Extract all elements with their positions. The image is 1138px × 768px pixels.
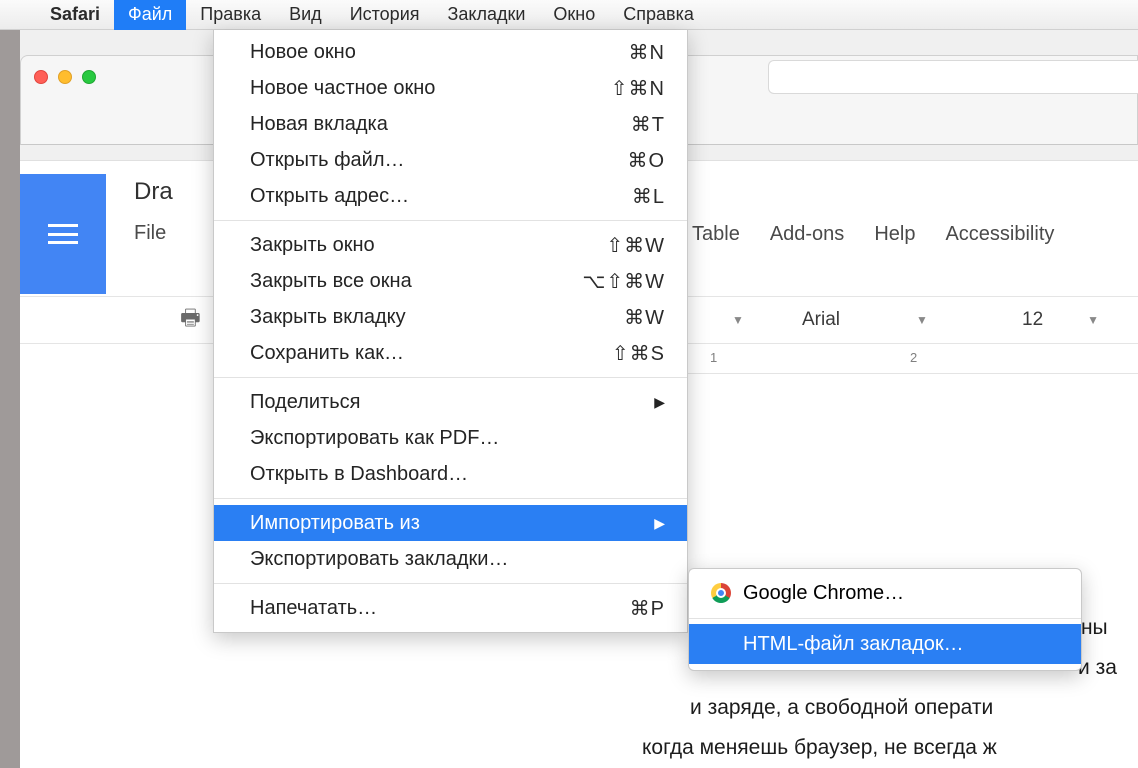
menu-separator — [214, 498, 687, 499]
docs-menu-help[interactable]: Help — [874, 223, 915, 246]
desktop-left-strip — [0, 0, 20, 768]
docs-menu-accessibility[interactable]: Accessibility — [945, 223, 1054, 246]
chrome-icon — [711, 583, 731, 603]
docs-menu-table[interactable]: Table — [692, 223, 740, 246]
menu-export-pdf[interactable]: Экспортировать как PDF… — [214, 420, 687, 456]
import-from-submenu: Google Chrome… HTML-файл закладок… — [688, 568, 1082, 671]
submenu-import-html-bookmarks[interactable]: HTML-файл закладок… — [689, 624, 1081, 664]
menu-close-window[interactable]: Закрыть окно⇧⌘W — [214, 227, 687, 263]
menu-new-private-window[interactable]: Новое частное окно⇧⌘N — [214, 70, 687, 106]
style-dropdown-caret-icon[interactable]: ▼ — [732, 313, 744, 327]
minimize-window-button[interactable] — [58, 70, 72, 84]
font-dropdown-caret-icon[interactable]: ▼ — [916, 313, 928, 327]
ruler-mark-1: 1 — [710, 350, 718, 365]
font-dropdown[interactable]: Arial — [802, 309, 840, 331]
menu-open-location[interactable]: Открыть адрес…⌘L — [214, 178, 687, 214]
menu-new-tab[interactable]: Новая вкладка⌘T — [214, 106, 687, 142]
address-bar[interactable] — [768, 60, 1138, 94]
menu-help[interactable]: Справка — [609, 0, 708, 30]
file-menu-dropdown: Новое окно⌘N Новое частное окно⇧⌘N Новая… — [213, 30, 688, 633]
menu-open-file[interactable]: Открыть файл…⌘O — [214, 142, 687, 178]
menu-share[interactable]: Поделиться▶ — [214, 384, 687, 420]
submenu-arrow-icon: ▶ — [654, 394, 665, 411]
menu-separator — [214, 220, 687, 221]
docs-menu-addons[interactable]: Add-ons — [770, 223, 845, 246]
submenu-import-chrome[interactable]: Google Chrome… — [689, 573, 1081, 613]
menu-separator — [214, 583, 687, 584]
font-size-dropdown[interactable]: 12 — [1022, 309, 1043, 331]
document-title[interactable]: Dra — [134, 178, 173, 206]
menu-print[interactable]: Напечатать…⌘P — [214, 590, 687, 626]
menu-open-dashboard[interactable]: Открыть в Dashboard… — [214, 456, 687, 492]
menu-bookmarks[interactable]: Закладки — [434, 0, 540, 30]
submenu-separator — [689, 618, 1081, 619]
close-window-button[interactable] — [34, 70, 48, 84]
ruler-mark-2: 2 — [910, 350, 918, 365]
macos-menubar: Safari Файл Правка Вид История Закладки … — [0, 0, 1138, 30]
menu-history[interactable]: История — [336, 0, 434, 30]
hamburger-icon — [48, 224, 78, 244]
menu-save-as[interactable]: Сохранить как…⇧⌘S — [214, 335, 687, 371]
menu-new-window[interactable]: Новое окно⌘N — [214, 34, 687, 70]
menu-edit[interactable]: Правка — [186, 0, 275, 30]
print-icon[interactable]: 🖶 — [180, 301, 201, 339]
menu-separator — [214, 377, 687, 378]
font-size-caret-icon[interactable]: ▼ — [1087, 313, 1099, 327]
maximize-window-button[interactable] — [82, 70, 96, 84]
menu-close-tab[interactable]: Закрыть вкладку⌘W — [214, 299, 687, 335]
docs-app-icon[interactable] — [20, 174, 106, 294]
submenu-arrow-icon: ▶ — [654, 515, 665, 532]
app-name[interactable]: Safari — [36, 0, 114, 30]
ruler: 1 2 — [660, 344, 1138, 374]
menu-view[interactable]: Вид — [275, 0, 336, 30]
menu-export-bookmarks[interactable]: Экспортировать закладки… — [214, 541, 687, 577]
menu-close-all-windows[interactable]: Закрыть все окна⌥⇧⌘W — [214, 263, 687, 299]
menu-window[interactable]: Окно — [539, 0, 609, 30]
traffic-lights — [34, 70, 96, 84]
menu-import-from[interactable]: Импортировать из▶ — [214, 505, 687, 541]
menu-file[interactable]: Файл — [114, 0, 186, 30]
docs-menu-file[interactable]: File — [134, 222, 166, 245]
